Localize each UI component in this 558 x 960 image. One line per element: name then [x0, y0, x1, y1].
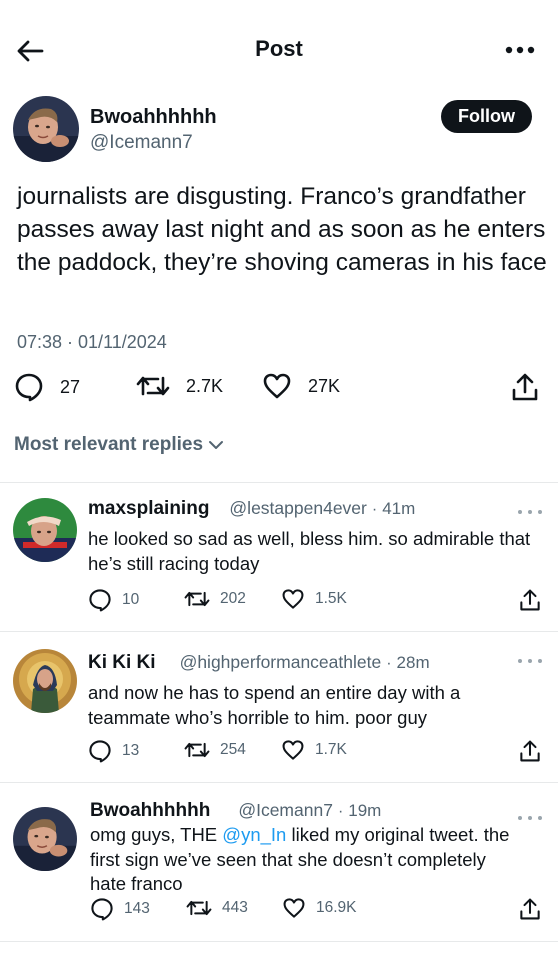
reply-item[interactable]: maxsplaining @lestappen4ever · 41m he lo… — [0, 483, 558, 631]
post-actions: 27 2.7K 27K — [0, 372, 558, 408]
heart-icon — [283, 898, 305, 918]
reply-more-icon[interactable] — [518, 813, 542, 823]
author-handle[interactable]: @Icemann7 — [90, 132, 193, 154]
reply-author-handle[interactable]: @lestappen4ever — [229, 498, 366, 519]
reply-author-handle[interactable]: @highperformanceathlete — [180, 652, 382, 673]
reply-text: he looked so sad as well, bless him. so … — [88, 528, 531, 574]
reply-header: maxsplaining @lestappen4ever · 41m — [88, 498, 416, 520]
reply-header: Bwoahhhhhh @Icemann7 · 19m — [90, 800, 382, 822]
like-count: 1.5K — [315, 590, 347, 607]
reply-bubble-icon — [15, 373, 43, 402]
repost-count: 443 — [222, 899, 248, 916]
share-action[interactable] — [519, 897, 541, 921]
like-action[interactable]: 16.9K — [282, 897, 357, 919]
like-count: 27K — [308, 375, 341, 396]
reply-avatar[interactable] — [13, 807, 77, 871]
reply-actions: 13 254 1.7K — [0, 739, 558, 765]
repost-count: 254 — [220, 741, 246, 758]
heart-icon — [263, 373, 291, 399]
reply-item[interactable]: Ki Ki Ki @highperformanceathlete · 28m a… — [0, 632, 558, 782]
reply-time[interactable]: 28m — [397, 653, 430, 673]
reply-sort-label: Most relevant replies — [14, 434, 204, 455]
repost-icon — [184, 742, 210, 758]
heart-icon — [282, 740, 304, 760]
heart-icon — [282, 589, 304, 609]
reply-more-icon[interactable] — [518, 507, 542, 517]
share-upload-icon — [520, 898, 540, 920]
reply-bubble-icon — [89, 740, 111, 763]
like-action[interactable]: 1.5K — [281, 588, 347, 610]
divider — [0, 941, 558, 942]
reply-time[interactable]: 41m — [382, 499, 415, 519]
repost-icon — [136, 376, 170, 396]
like-action[interactable]: 1.7K — [281, 739, 347, 761]
chevron-down-icon — [209, 441, 224, 449]
repost-action[interactable]: 254 — [184, 739, 246, 761]
reply-author-name[interactable]: maxsplaining — [88, 498, 209, 520]
like-count: 16.9K — [316, 899, 357, 916]
repost-icon — [186, 900, 212, 916]
share-upload-icon — [520, 740, 540, 762]
reply-more-icon[interactable] — [518, 656, 542, 666]
repost-count: 202 — [220, 590, 246, 607]
reply-avatar[interactable] — [13, 498, 77, 562]
reply-sort-dropdown[interactable]: Most relevant replies — [14, 434, 225, 456]
share-upload-icon — [520, 589, 540, 611]
share-action[interactable] — [511, 372, 539, 402]
share-action[interactable] — [519, 739, 541, 763]
reply-header: Ki Ki Ki @highperformanceathlete · 28m — [88, 652, 430, 674]
more-options-icon[interactable] — [504, 40, 536, 60]
reply-count: 10 — [122, 591, 140, 608]
reply-actions: 10 202 1.5K — [0, 588, 558, 614]
reply-time[interactable]: 19m — [348, 801, 381, 821]
reply-author-handle[interactable]: @Icemann7 — [238, 800, 333, 821]
repost-icon — [184, 591, 210, 607]
repost-count: 2.7K — [186, 375, 224, 396]
reply-action[interactable]: 10 — [88, 588, 139, 612]
page-title: Post — [255, 36, 303, 61]
share-action[interactable] — [519, 588, 541, 612]
follow-button[interactable]: Follow — [441, 100, 532, 133]
share-upload-icon — [512, 373, 538, 401]
post-text: journalists are disgusting. Franco’s gra… — [17, 183, 547, 276]
top-bar: Post — [0, 0, 558, 100]
reply-author-name[interactable]: Bwoahhhhhh — [90, 800, 210, 822]
mention-link[interactable]: @yn_In — [222, 824, 286, 845]
repost-action[interactable]: 202 — [184, 588, 246, 610]
reply-avatar[interactable] — [13, 649, 77, 713]
author-name[interactable]: Bwoahhhhhh — [90, 106, 217, 129]
reply-action[interactable]: 13 — [88, 739, 139, 763]
repost-action[interactable]: 2.7K — [136, 372, 223, 400]
reply-actions: 143 443 16.9K — [0, 897, 558, 923]
reply-bubble-icon — [89, 589, 111, 612]
like-count: 1.7K — [315, 741, 347, 758]
reply-item[interactable]: Bwoahhhhhh @Icemann7 · 19m omg guys, THE… — [0, 783, 558, 941]
post-timestamp[interactable]: 07:38 · 01/11/2024 — [17, 332, 167, 353]
reply-text: and now he has to spend an entire day wi… — [88, 682, 461, 728]
author-avatar[interactable] — [13, 96, 79, 162]
reply-action[interactable]: 27 — [14, 372, 80, 402]
reply-count: 143 — [124, 900, 150, 917]
reply-action[interactable]: 143 — [90, 897, 150, 921]
like-action[interactable]: 27K — [262, 372, 340, 400]
reply-author-name[interactable]: Ki Ki Ki — [88, 652, 156, 674]
reply-text: omg guys, THE @yn_In liked my original t… — [90, 824, 510, 894]
reply-bubble-icon — [91, 898, 113, 921]
reply-count: 13 — [122, 742, 140, 759]
repost-action[interactable]: 443 — [186, 897, 248, 919]
reply-count: 27 — [60, 376, 81, 397]
